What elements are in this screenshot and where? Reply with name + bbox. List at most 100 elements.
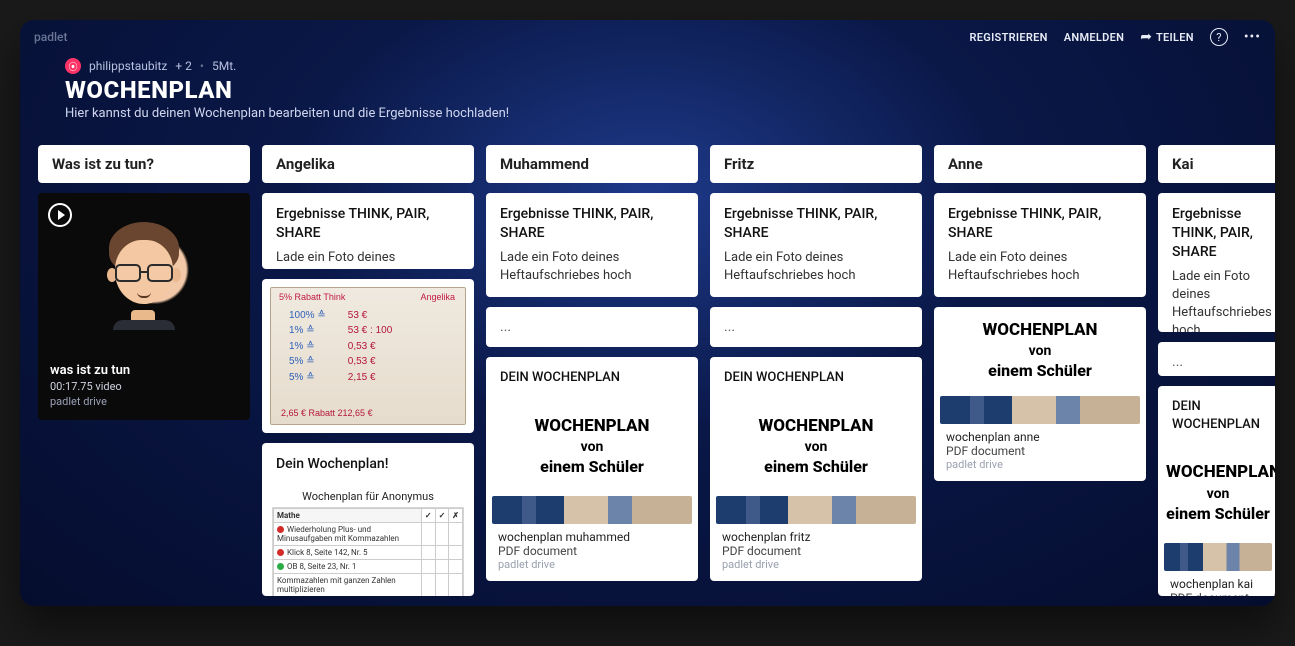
card-title: Ergebnisse THINK, PAIR, SHARE bbox=[724, 205, 908, 243]
ellipsis-text: ... bbox=[1158, 342, 1275, 377]
more-icon[interactable]: ••• bbox=[1244, 29, 1261, 45]
author-name[interactable]: philippstaubitz bbox=[89, 59, 167, 73]
card-title: Ergebnisse THINK, PAIR, SHARE bbox=[1172, 205, 1264, 262]
doc-preview: WOCHENPLAN von einem Schüler bbox=[486, 393, 698, 486]
memoji-avatar bbox=[99, 218, 189, 328]
column-header[interactable]: Was ist zu tun? bbox=[38, 145, 250, 183]
doc-von: von bbox=[494, 439, 690, 455]
doc-von: von bbox=[1166, 486, 1270, 502]
doc-schuler: einem Schüler bbox=[494, 457, 690, 476]
doc-meta: wochenplan muhammed PDF document padlet … bbox=[486, 524, 698, 581]
page-title: WOCHENPLAN bbox=[65, 76, 1230, 104]
board-age: 5Mt. bbox=[212, 59, 236, 73]
column-header[interactable]: Fritz bbox=[710, 145, 922, 183]
page-header: ⦿ philippstaubitz + 2 • 5Mt. WOCHENPLAN … bbox=[20, 54, 1275, 135]
doc-meta: wochenplan fritz PDF document padlet dri… bbox=[710, 524, 922, 581]
file-name: wochenplan fritz bbox=[722, 530, 910, 544]
column-muhammed: Muhammend Ergebnisse THINK, PAIR, SHARE … bbox=[486, 145, 698, 596]
card-title: Ergebnisse THINK, PAIR, SHARE bbox=[276, 205, 460, 243]
ellipsis-text: ... bbox=[710, 307, 922, 347]
column-anne: Anne Ergebnisse THINK, PAIR, SHARE Lade … bbox=[934, 145, 1146, 596]
column-fritz: Fritz Ergebnisse THINK, PAIR, SHARE Lade… bbox=[710, 145, 922, 596]
doc-meta: wochenplan anne PDF document padlet driv… bbox=[934, 424, 1146, 481]
column-header[interactable]: Kai bbox=[1158, 145, 1275, 183]
doc-card[interactable]: DEIN WOCHENPLAN WOCHENPLAN von einem Sch… bbox=[710, 357, 922, 581]
doc-big: WOCHENPLAN bbox=[942, 319, 1138, 341]
share-icon: ➦ bbox=[1140, 29, 1152, 45]
doc-schuler: einem Schüler bbox=[942, 361, 1138, 380]
card-title: Ergebnisse THINK, PAIR, SHARE bbox=[948, 205, 1132, 243]
file-type: PDF document bbox=[722, 544, 910, 558]
register-button[interactable]: REGISTRIEREN bbox=[970, 31, 1048, 44]
column-header[interactable]: Anne bbox=[934, 145, 1146, 183]
doc-big: WOCHENPLAN bbox=[494, 415, 690, 437]
file-type: PDF document bbox=[498, 544, 686, 558]
brand-logo[interactable]: padlet bbox=[34, 30, 67, 44]
plan-card[interactable]: Dein Wochenplan! Wochenplan für Anonymus… bbox=[262, 443, 474, 596]
doc-von: von bbox=[718, 439, 914, 455]
sheet-title: Wochenplan für Anonymus bbox=[262, 484, 474, 507]
doc-card[interactable]: DEIN WOCHENPLAN WOCHENPLAN von einem Sch… bbox=[1158, 386, 1275, 596]
plan-sheet: MatheWiederholung Plus- und Minusaufgabe… bbox=[272, 507, 464, 596]
doc-preview: WOCHENPLAN von einem Schüler bbox=[1158, 439, 1275, 532]
doc-thumbnail-strip bbox=[492, 496, 692, 524]
column-header[interactable]: Angelika bbox=[262, 145, 474, 183]
doc-big: WOCHENPLAN bbox=[1166, 461, 1270, 483]
doc-section: DEIN WOCHENPLAN bbox=[500, 369, 684, 387]
board[interactable]: Was ist zu tun? was ist zu tun 00:1 bbox=[20, 135, 1275, 606]
plan-title: Dein Wochenplan! bbox=[276, 455, 460, 474]
ellipsis-text: ... bbox=[486, 307, 698, 347]
ellipsis-card[interactable]: ... bbox=[486, 307, 698, 347]
meta-separator: • bbox=[200, 59, 204, 73]
doc-card[interactable]: WOCHENPLAN von einem Schüler wochenplan … bbox=[934, 307, 1146, 481]
columns: Was ist zu tun? was ist zu tun 00:1 bbox=[38, 145, 1275, 596]
file-source: padlet drive bbox=[722, 558, 910, 571]
card-text: Lade ein Foto deines Heftaufschriebes ho… bbox=[1172, 268, 1264, 332]
collab-count[interactable]: + 2 bbox=[175, 59, 192, 73]
tps-card[interactable]: Ergebnisse THINK, PAIR, SHARE Lade ein F… bbox=[486, 193, 698, 297]
help-icon[interactable]: ? bbox=[1210, 28, 1228, 46]
tps-card[interactable]: Ergebnisse THINK, PAIR, SHARE Lade ein F… bbox=[1158, 193, 1275, 332]
card-text: Lade ein Foto deines Heftaufschriebes ho… bbox=[724, 249, 908, 285]
share-button[interactable]: ➦ TEILEN bbox=[1140, 29, 1194, 45]
share-label: TEILEN bbox=[1156, 31, 1194, 44]
doc-meta: wochenplan kai PDF document padlet drive bbox=[1158, 571, 1275, 596]
photo-name: Angelika bbox=[420, 292, 455, 302]
doc-thumbnail-strip bbox=[1164, 543, 1272, 571]
tps-card[interactable]: Ergebnisse THINK, PAIR, SHARE Lade ein F… bbox=[262, 193, 474, 269]
ellipsis-card[interactable]: ... bbox=[1158, 342, 1275, 377]
photo-footer: 2,65 € Rabatt 212,65 € bbox=[281, 408, 373, 418]
video-preview[interactable] bbox=[38, 193, 250, 353]
video-duration: 00:17.75 video bbox=[50, 380, 238, 393]
author-avatar[interactable]: ⦿ bbox=[65, 58, 81, 74]
video-source: padlet drive bbox=[50, 395, 238, 408]
play-icon[interactable] bbox=[48, 203, 72, 227]
file-name: wochenplan anne bbox=[946, 430, 1134, 444]
doc-section: DEIN WOCHENPLAN bbox=[724, 369, 908, 387]
tps-card[interactable]: Ergebnisse THINK, PAIR, SHARE Lade ein F… bbox=[710, 193, 922, 297]
column-header[interactable]: Muhammend bbox=[486, 145, 698, 183]
video-title: was ist zu tun bbox=[50, 363, 238, 378]
login-button[interactable]: ANMELDEN bbox=[1064, 31, 1124, 44]
doc-card[interactable]: DEIN WOCHENPLAN WOCHENPLAN von einem Sch… bbox=[486, 357, 698, 581]
ellipsis-card[interactable]: ... bbox=[710, 307, 922, 347]
column-kai: Kai Ergebnisse THINK, PAIR, SHARE Lade e… bbox=[1158, 145, 1275, 596]
tps-card[interactable]: Ergebnisse THINK, PAIR, SHARE Lade ein F… bbox=[934, 193, 1146, 297]
column-angelika: Angelika Ergebnisse THINK, PAIR, SHARE L… bbox=[262, 145, 474, 596]
file-name: wochenplan kai bbox=[1170, 577, 1266, 591]
card-text: Lade ein Foto deines Heftaufschriebes ho… bbox=[500, 249, 684, 285]
video-card[interactable]: was ist zu tun 00:17.75 video padlet dri… bbox=[38, 193, 250, 420]
file-type: PDF document bbox=[1170, 591, 1266, 596]
photo-card[interactable]: 5% Rabatt Think Angelika 100% ≙ 53 €1% ≙… bbox=[262, 279, 474, 433]
file-name: wochenplan muhammed bbox=[498, 530, 686, 544]
file-source: padlet drive bbox=[498, 558, 686, 571]
page-subtitle: Hier kannst du deinen Wochenplan bearbei… bbox=[65, 106, 1230, 121]
doc-thumbnail-strip bbox=[716, 496, 916, 524]
card-text: Lade ein Foto deines Heftaufschriebes ho… bbox=[948, 249, 1132, 285]
doc-von: von bbox=[942, 343, 1138, 359]
column-todo: Was ist zu tun? was ist zu tun 00:1 bbox=[38, 145, 250, 596]
card-title: Ergebnisse THINK, PAIR, SHARE bbox=[500, 205, 684, 243]
video-meta: was ist zu tun 00:17.75 video padlet dri… bbox=[38, 353, 250, 420]
uploaded-photo: 5% Rabatt Think Angelika 100% ≙ 53 €1% ≙… bbox=[270, 287, 466, 425]
photo-heading: 5% Rabatt Think bbox=[279, 292, 345, 302]
